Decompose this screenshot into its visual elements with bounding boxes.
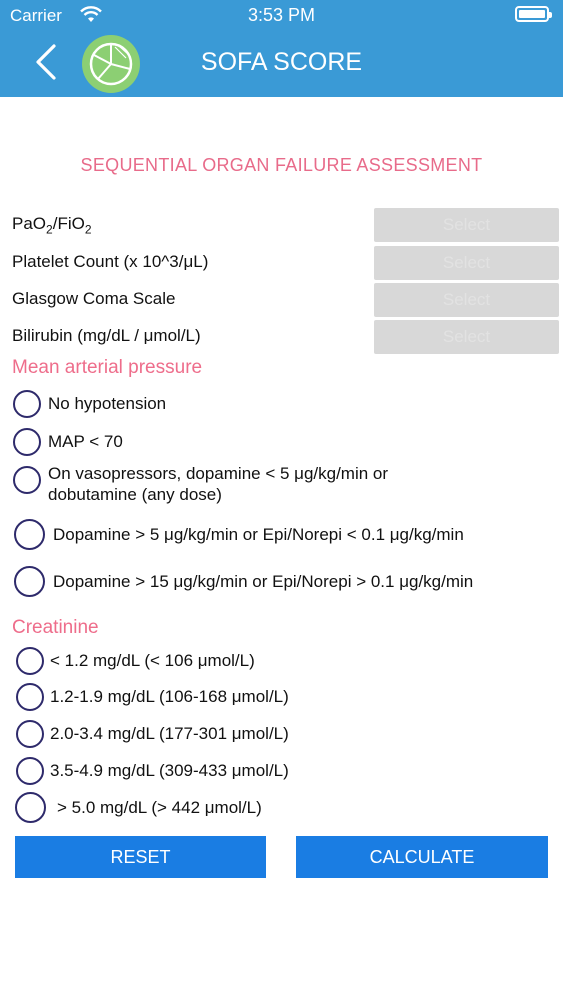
bilirubin-select[interactable]: Select xyxy=(374,320,559,354)
platelet-row: Platelet Count (x 10^3/μL) Select xyxy=(0,246,563,280)
creatinine-option-3[interactable]: 2.0-3.4 mg/dL (177-301 μmol/L) xyxy=(0,718,563,750)
platelet-label: Platelet Count (x 10^3/μL) xyxy=(12,252,209,271)
radio-button[interactable] xyxy=(13,390,41,418)
nav-bar: Carrier 3:53 PM SOFA SCORE xyxy=(0,0,563,97)
radio-button[interactable] xyxy=(16,720,44,748)
creatinine-option-label: 1.2-1.9 mg/dL (106-168 μmol/L) xyxy=(50,687,289,706)
radio-button[interactable] xyxy=(16,647,44,675)
bilirubin-row: Bilirubin (mg/dL / μmol/L) Select xyxy=(0,320,563,354)
gcs-row: Glasgow Coma Scale Select xyxy=(0,283,563,317)
pao2-fio2-label: PaO2/FiO2 xyxy=(12,214,92,237)
radio-button[interactable] xyxy=(14,519,45,550)
gcs-label: Glasgow Coma Scale xyxy=(12,289,176,308)
pao2-fio2-select[interactable]: Select xyxy=(374,208,559,242)
pao2-fio2-row: PaO2/FiO2 Select xyxy=(0,208,563,242)
battery-icon xyxy=(515,6,552,22)
map-option-dopamine-gt-5[interactable]: Dopamine > 5 μg/kg/min or Epi/Norepi < 0… xyxy=(0,518,563,552)
creatinine-option-label: 2.0-3.4 mg/dL (177-301 μmol/L) xyxy=(50,724,289,743)
page-title: SOFA SCORE xyxy=(200,48,363,76)
status-time: 3:53 PM xyxy=(247,5,316,25)
calculate-button[interactable]: CALCULATE xyxy=(296,836,548,878)
radio-button[interactable] xyxy=(14,566,45,597)
map-option-label: Dopamine > 5 μg/kg/min or Epi/Norepi < 0… xyxy=(53,525,464,544)
map-option-label: On vasopressors, dopamine < 5 μg/kg/min … xyxy=(48,464,389,504)
creatinine-option-1[interactable]: < 1.2 mg/dL (< 106 μmol/L) xyxy=(0,645,563,677)
radio-button[interactable] xyxy=(13,466,41,494)
map-option-label: No hypotension xyxy=(48,394,167,413)
creatinine-option-label: 3.5-4.9 mg/dL (309-433 μmol/L) xyxy=(50,761,289,780)
radio-button[interactable] xyxy=(15,792,46,823)
platelet-select[interactable]: Select xyxy=(374,246,559,280)
map-section-title: Mean arterial pressure xyxy=(12,357,203,378)
creatinine-option-label: < 1.2 mg/dL (< 106 μmol/L) xyxy=(50,651,255,670)
bilirubin-label: Bilirubin (mg/dL / μmol/L) xyxy=(12,326,201,345)
gcs-select[interactable]: Select xyxy=(374,283,559,317)
map-option-dopamine-gt-15[interactable]: Dopamine > 15 μg/kg/min or Epi/Norepi > … xyxy=(0,565,563,599)
creatinine-section-title: Creatinine xyxy=(12,617,99,638)
radio-button[interactable] xyxy=(16,683,44,711)
map-option-vasopressors-low[interactable]: On vasopressors, dopamine < 5 μg/kg/min … xyxy=(0,462,563,506)
map-option-label: Dopamine > 15 μg/kg/min or Epi/Norepi > … xyxy=(53,572,474,591)
radio-button[interactable] xyxy=(16,757,44,785)
creatinine-option-5[interactable]: > 5.0 mg/dL (> 442 μmol/L) xyxy=(0,791,563,825)
section-heading: SEQUENTIAL ORGAN FAILURE ASSESSMENT xyxy=(80,155,483,175)
radio-button[interactable] xyxy=(13,428,41,456)
creatinine-option-label: > 5.0 mg/dL (> 442 μmol/L) xyxy=(57,798,262,817)
reset-button[interactable]: RESET xyxy=(15,836,266,878)
map-option-no-hypotension[interactable]: No hypotension xyxy=(0,388,563,420)
creatinine-option-4[interactable]: 3.5-4.9 mg/dL (309-433 μmol/L) xyxy=(0,755,563,787)
map-option-label: MAP < 70 xyxy=(48,432,123,451)
map-option-map-lt-70[interactable]: MAP < 70 xyxy=(0,426,563,458)
creatinine-option-2[interactable]: 1.2-1.9 mg/dL (106-168 μmol/L) xyxy=(0,681,563,713)
